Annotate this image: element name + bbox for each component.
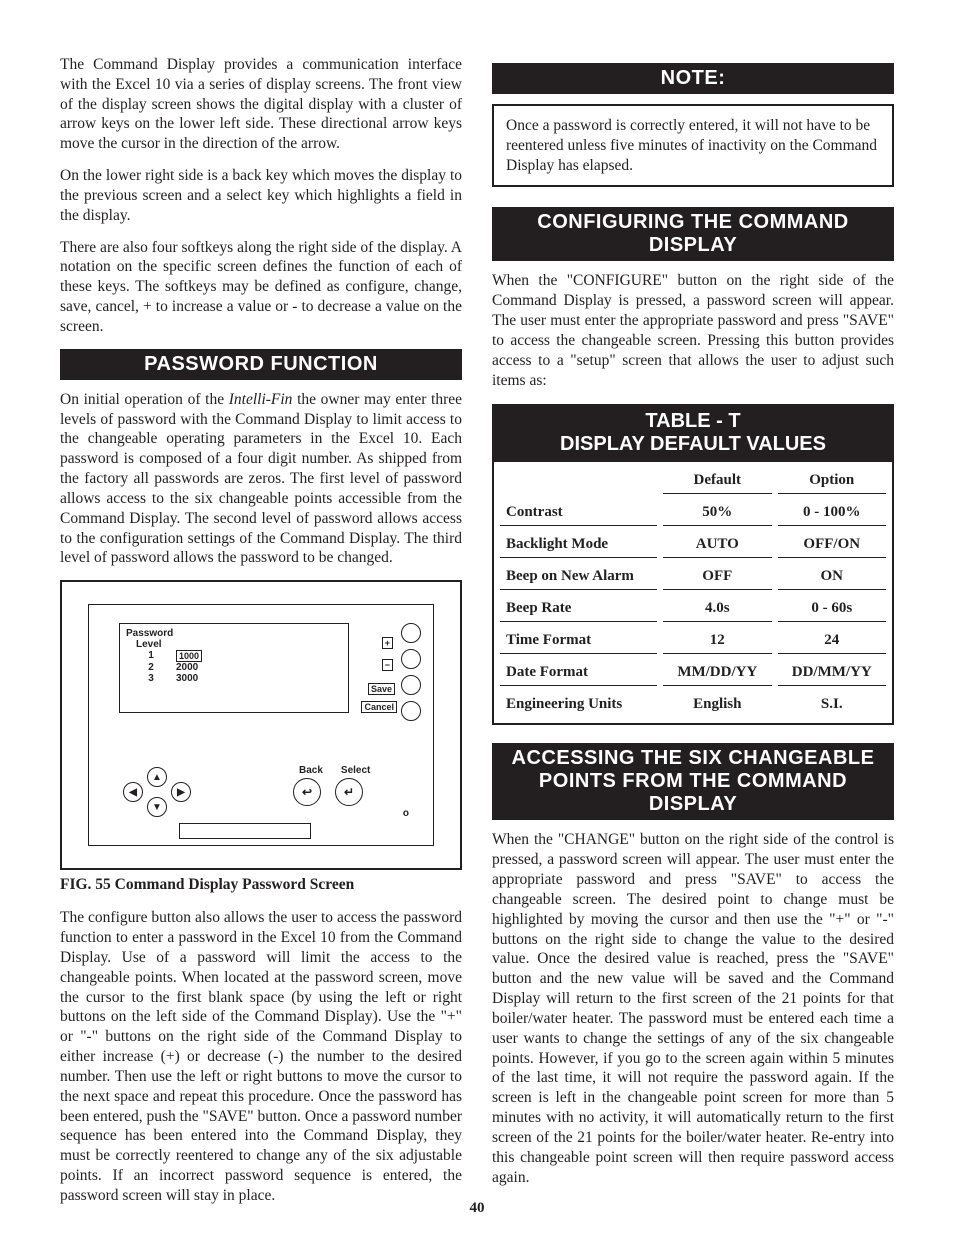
- select-label: Select: [341, 765, 370, 776]
- table-row: Engineering UnitsEnglishS.I.: [500, 692, 886, 717]
- softkey-3[interactable]: [401, 675, 421, 695]
- table-row: Backlight ModeAUTOOFF/ON: [500, 532, 886, 558]
- password-para: On initial operation of the Intelli-Fin …: [60, 390, 462, 568]
- table-t-body: Default Option Contrast50%0 - 100% Backl…: [494, 462, 892, 723]
- softkey-label-save: Save: [368, 683, 395, 695]
- figure-55-caption: FIG. 55 Command Display Password Screen: [60, 876, 462, 894]
- table-t-title: TABLE - T DISPLAY DEFAULT VALUES: [494, 406, 892, 462]
- table-title-line1: TABLE - T: [645, 410, 740, 432]
- lcd-level-3: 3: [126, 673, 176, 684]
- right-column: NOTE: Once a password is correctly enter…: [492, 55, 894, 1218]
- heading-note: NOTE:: [492, 63, 894, 94]
- table-row: Beep on New AlarmOFFON: [500, 564, 886, 590]
- password-para-c: the owner may enter three levels of pass…: [60, 391, 462, 567]
- contrast-icon: o: [293, 808, 413, 819]
- heading-password-function: PASSWORD FUNCTION: [60, 349, 462, 380]
- softkey-buttons: [401, 623, 421, 721]
- intro-para-2: On the lower right side is a back key wh…: [60, 166, 462, 225]
- softkey-label-cancel: Cancel: [361, 701, 397, 713]
- lcd-screen: Password Level 11000 22000 33000: [119, 623, 349, 713]
- th-default: Default: [663, 468, 771, 494]
- lcd-value-2: 2000: [176, 662, 236, 673]
- th-option: Option: [778, 468, 886, 494]
- arrow-up-button[interactable]: ▲: [147, 767, 167, 787]
- table-row: Date FormatMM/DD/YYDD/MM/YY: [500, 660, 886, 686]
- lcd-subtitle: Level: [136, 639, 342, 650]
- password-para-a: On initial operation of the: [60, 391, 229, 408]
- table-row: Contrast50%0 - 100%: [500, 500, 886, 526]
- th-blank: [500, 468, 657, 494]
- softkey-label-minus: −: [382, 659, 393, 671]
- softkey-2[interactable]: [401, 649, 421, 669]
- intro-para-1: The Command Display provides a communica…: [60, 55, 462, 154]
- accessing-para: When the "CHANGE" button on the right si…: [492, 830, 894, 1187]
- left-column: The Command Display provides a communica…: [60, 55, 462, 1218]
- lcd-level-1: 1: [126, 650, 176, 662]
- configuring-para: When the "CONFIGURE" button on the right…: [492, 271, 894, 390]
- table-t: TABLE - T DISPLAY DEFAULT VALUES Default…: [492, 404, 894, 725]
- bottom-strip: [179, 823, 311, 839]
- softkey-4[interactable]: [401, 701, 421, 721]
- figure-55: Password Level 11000 22000 33000 + − Sav…: [60, 580, 462, 870]
- softkey-1[interactable]: [401, 623, 421, 643]
- table-row: Beep Rate4.0s0 - 60s: [500, 596, 886, 622]
- heading-accessing: ACCESSING THE SIX CHANGEABLE POINTS FROM…: [492, 743, 894, 820]
- product-name: Intelli-Fin: [229, 391, 293, 408]
- lcd-value-1: 1000: [176, 650, 202, 662]
- softkey-label-plus: +: [382, 637, 393, 649]
- lcd-level-2: 2: [126, 662, 176, 673]
- arrow-right-button[interactable]: ▶: [171, 782, 191, 802]
- lcd-value-3: 3000: [176, 673, 236, 684]
- display-bezel: Password Level 11000 22000 33000 + − Sav…: [88, 604, 434, 846]
- page-number: 40: [0, 1200, 954, 1217]
- configure-para: The configure button also allows the use…: [60, 908, 462, 1205]
- back-button[interactable]: ↩: [293, 778, 321, 806]
- table-header-row: Default Option: [500, 468, 886, 494]
- note-box: Once a password is correctly entered, it…: [492, 104, 894, 187]
- table-row: Time Format1224: [500, 628, 886, 654]
- back-label: Back: [299, 765, 323, 776]
- intro-para-3: There are also four softkeys along the r…: [60, 238, 462, 337]
- arrow-key-cluster: ▲ ▼ ◀ ▶: [117, 767, 197, 817]
- heading-configuring: CONFIGURING THE COMMAND DISPLAY: [492, 207, 894, 261]
- arrow-left-button[interactable]: ◀: [123, 782, 143, 802]
- lcd-title: Password: [126, 628, 342, 639]
- table-title-line2: DISPLAY DEFAULT VALUES: [560, 433, 826, 455]
- select-button[interactable]: ↵: [335, 778, 363, 806]
- back-select-cluster: Back Select ↩ ↵ o: [293, 765, 413, 819]
- arrow-down-button[interactable]: ▼: [147, 797, 167, 817]
